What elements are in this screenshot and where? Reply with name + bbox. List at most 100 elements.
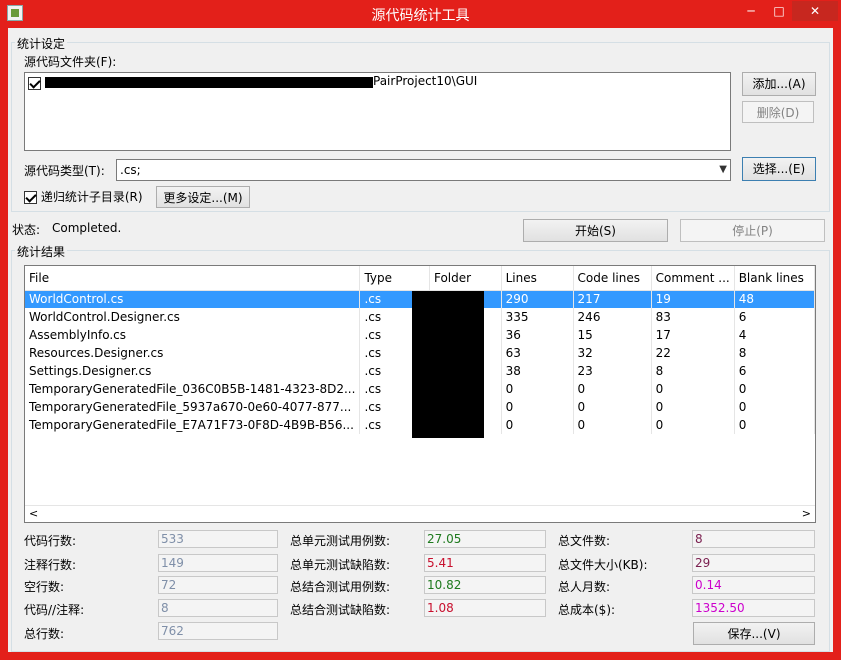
cell-lines: 38 (501, 362, 574, 380)
column-header-blank-lines[interactable]: Blank lines (734, 266, 815, 291)
cell-file: TemporaryGeneratedFile_5937a670-0e60-407… (25, 398, 361, 416)
total-size-value: 29 (692, 554, 815, 572)
unit-test-defects-label: 总单元测试缺陷数: (290, 558, 391, 572)
unit-test-cases-label: 总单元测试用例数: (290, 534, 391, 548)
cell-code-lines: 246 (573, 308, 652, 326)
cell-lines: 0 (501, 380, 574, 398)
cell-comment-lines: 22 (651, 344, 735, 362)
cell-file: AssemblyInfo.cs (25, 326, 361, 344)
cell-file: Resources.Designer.cs (25, 344, 361, 362)
folder-path[interactable]: PairProject10\GUI (373, 74, 477, 88)
blank-lines-label: 空行数: (24, 580, 65, 594)
cell-blank-lines: 8 (734, 344, 815, 362)
cell-blank-lines: 6 (734, 308, 815, 326)
integration-test-cases-label: 总结合测试用例数: (290, 580, 391, 594)
minimize-icon[interactable]: ─ (736, 1, 766, 21)
recursive-checkbox[interactable] (24, 191, 37, 204)
stop-button[interactable]: 停止(P) (680, 219, 825, 242)
redacted-path (45, 77, 373, 88)
save-button[interactable]: 保存...(V) (693, 622, 815, 645)
total-cost-label: 总成本($): (558, 603, 616, 617)
status-label: 状态: (12, 223, 41, 237)
scroll-left-icon[interactable]: < (29, 507, 38, 520)
type-label: 源代码类型(T): (24, 164, 105, 178)
folder-checkbox[interactable] (28, 76, 41, 90)
cell-comment-lines: 0 (651, 416, 735, 434)
cell-lines: 335 (501, 308, 574, 326)
cell-blank-lines: 48 (734, 290, 815, 308)
cell-code-lines: 0 (573, 398, 652, 416)
column-header-type[interactable]: Type (359, 266, 430, 291)
code-comment-ratio-value: 8 (158, 599, 278, 617)
cell-lines: 63 (501, 344, 574, 362)
cell-code-lines: 0 (573, 416, 652, 434)
cell-code-lines: 23 (573, 362, 652, 380)
column-header-file[interactable]: File (25, 266, 361, 291)
horizontal-scrollbar[interactable]: < > (25, 505, 815, 522)
cell-code-lines: 32 (573, 344, 652, 362)
cell-lines: 0 (501, 398, 574, 416)
cell-code-lines: 0 (573, 380, 652, 398)
total-lines-value: 762 (158, 622, 278, 640)
cell-file: TemporaryGeneratedFile_E7A71F73-0F8D-4B9… (25, 416, 361, 434)
unit-test-defects-value: 5.41 (424, 554, 546, 572)
chevron-down-icon[interactable]: ▼ (719, 160, 727, 180)
code-lines-label: 代码行数: (24, 534, 77, 548)
cell-comment-lines: 83 (651, 308, 735, 326)
table-header-row: File Type Folder Lines Code lines Commen… (25, 266, 815, 291)
cell-comment-lines: 0 (651, 380, 735, 398)
more-settings-button[interactable]: 更多设定...(M) (156, 186, 250, 208)
total-files-label: 总文件数: (558, 534, 611, 548)
close-icon[interactable]: ✕ (792, 1, 838, 21)
comment-lines-value: 149 (158, 554, 278, 572)
delete-button[interactable]: 删除(D) (742, 101, 814, 123)
integration-test-cases-value: 10.82 (424, 576, 546, 594)
cell-blank-lines: 0 (734, 416, 815, 434)
cell-lines: 36 (501, 326, 574, 344)
choose-button[interactable]: 选择...(E) (742, 157, 816, 181)
column-header-comment-lines[interactable]: Comment ... (651, 266, 735, 291)
cell-blank-lines: 0 (734, 398, 815, 416)
redacted-folder-column (412, 291, 484, 438)
cell-file: TemporaryGeneratedFile_036C0B5B-1481-432… (25, 380, 361, 398)
recursive-option[interactable]: 递归统计子目录(R) (24, 188, 143, 205)
code-comment-ratio-label: 代码//注释: (24, 603, 85, 617)
cell-comment-lines: 0 (651, 398, 735, 416)
start-button[interactable]: 开始(S) (523, 219, 668, 242)
cell-file: Settings.Designer.cs (25, 362, 361, 380)
cell-lines: 290 (501, 290, 574, 308)
cell-comment-lines: 17 (651, 326, 735, 344)
client-area: 统计设定 源代码文件夹(F): PairProject10\GUI 添加...(… (8, 28, 833, 652)
cell-code-lines: 15 (573, 326, 652, 344)
maximize-icon[interactable]: □ (766, 1, 792, 21)
total-person-months-label: 总人月数: (558, 580, 611, 594)
type-combo[interactable]: .cs; ▼ (116, 159, 731, 181)
cell-code-lines: 217 (573, 290, 652, 308)
total-cost-value: 1352.50 (692, 599, 815, 617)
column-header-folder[interactable]: Folder (429, 266, 502, 291)
total-person-months-value: 0.14 (692, 576, 815, 594)
folder-list[interactable]: PairProject10\GUI (24, 72, 731, 151)
cell-blank-lines: 4 (734, 326, 815, 344)
title-bar: 源代码统计工具 ─ □ ✕ (0, 0, 841, 28)
folder-label: 源代码文件夹(F): (24, 55, 117, 69)
type-combo-value: .cs; (120, 163, 141, 177)
results-group-label: 统计结果 (15, 243, 68, 260)
cell-blank-lines: 0 (734, 380, 815, 398)
add-button[interactable]: 添加...(A) (742, 72, 816, 96)
column-header-code-lines[interactable]: Code lines (573, 266, 652, 291)
cell-comment-lines: 19 (651, 290, 735, 308)
total-lines-label: 总行数: (24, 627, 65, 641)
integration-test-defects-value: 1.08 (424, 599, 546, 617)
cell-file: WorldControl.Designer.cs (25, 308, 361, 326)
column-header-lines[interactable]: Lines (501, 266, 574, 291)
scroll-right-icon[interactable]: > (802, 507, 811, 520)
results-table-panel[interactable]: File Type Folder Lines Code lines Commen… (24, 265, 816, 523)
integration-test-defects-label: 总结合测试缺陷数: (290, 603, 391, 617)
status-value: Completed. (52, 221, 122, 235)
settings-group-label: 统计设定 (15, 35, 68, 52)
total-size-label: 总文件大小(KB): (558, 558, 648, 572)
code-lines-value: 533 (158, 530, 278, 548)
blank-lines-value: 72 (158, 576, 278, 594)
cell-blank-lines: 6 (734, 362, 815, 380)
